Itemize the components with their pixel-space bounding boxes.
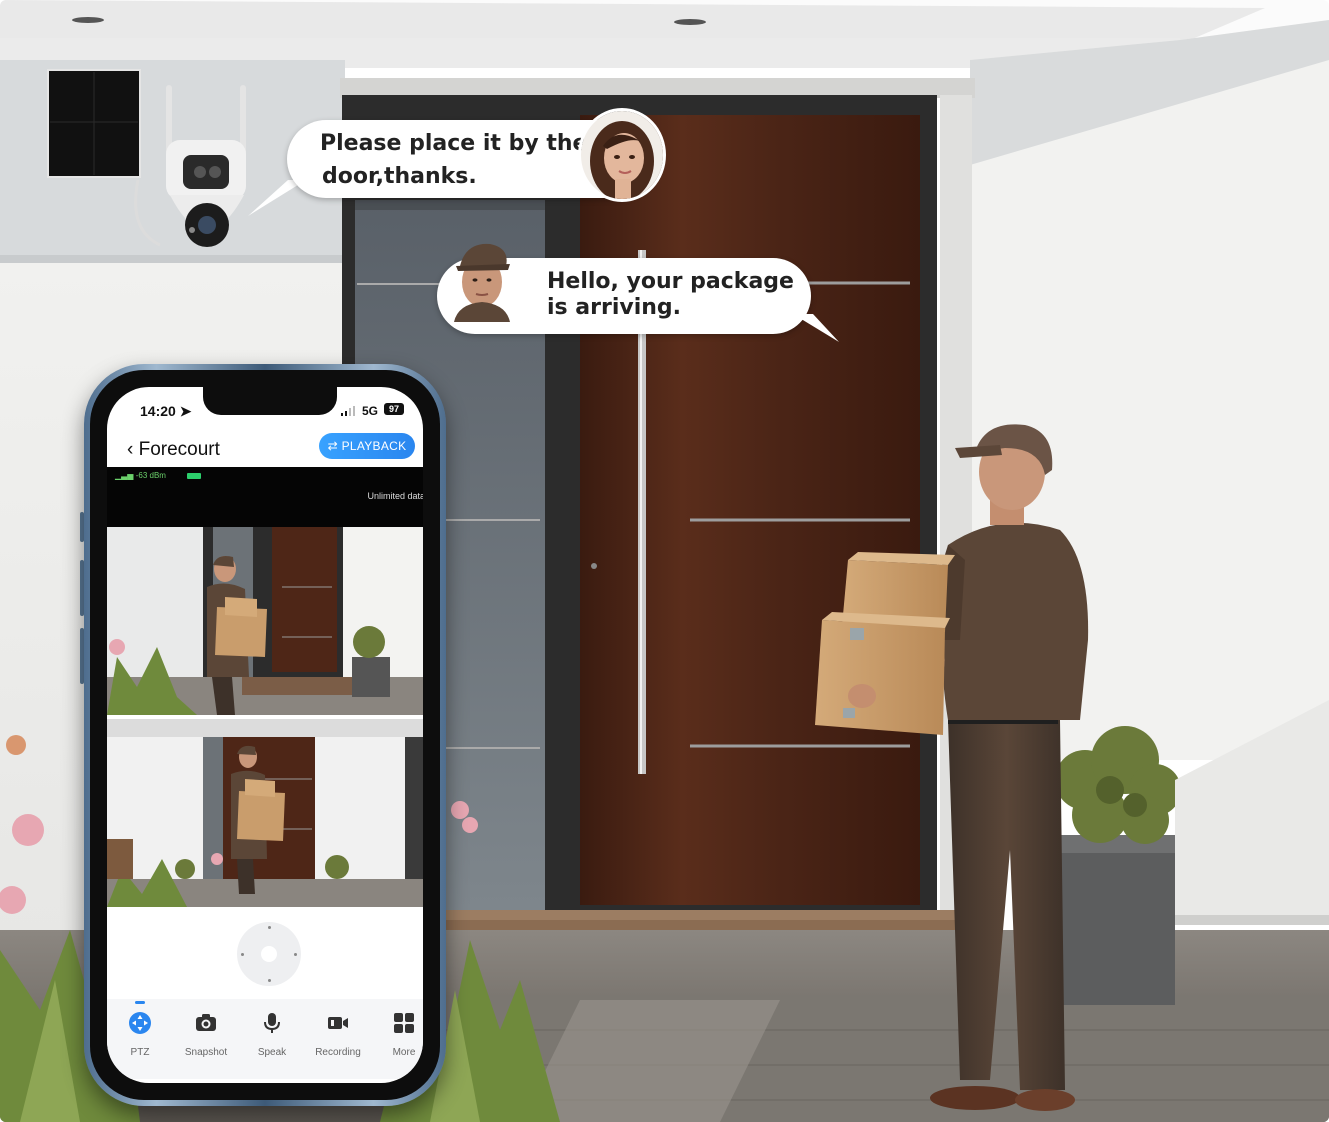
live-feed-zoom[interactable]	[107, 719, 423, 907]
camera-battery-icon	[187, 473, 201, 479]
courier-avatar	[448, 238, 516, 322]
tool-label: Snapshot	[184, 1047, 228, 1058]
grid-icon	[394, 1013, 414, 1033]
device-status-bar: ▁▃▅ -63 dBm Unlimited data	[107, 467, 423, 527]
tool-label: Recording	[315, 1047, 361, 1058]
playback-button[interactable]: ⇄ PLAYBACK	[319, 433, 415, 459]
status-time: 14:20 ➤	[140, 403, 192, 419]
tool-label: Speak	[257, 1047, 287, 1058]
cellular-signal-icon: ▁▃▅	[115, 471, 134, 480]
camera-icon	[196, 1014, 216, 1031]
tool-speak[interactable]: Speak	[239, 999, 305, 1079]
signal-strength: ▁▃▅ -63 dBm	[115, 471, 166, 480]
tool-label: More	[392, 1047, 416, 1058]
phone-bezel: 14:20 ➤ 5G 97 ‹ Forecourt ⇄ PLAYBACK ▁▃▅…	[90, 370, 440, 1100]
ptz-joystick[interactable]	[237, 922, 301, 986]
chevron-left-icon: ‹	[127, 439, 134, 460]
phone-notch	[203, 387, 337, 415]
resident-line-1: Please place it by the	[320, 131, 588, 156]
ptz-right-icon	[294, 953, 297, 956]
resident-avatar	[578, 108, 666, 202]
swap-icon: ⇄	[327, 439, 338, 453]
ptz-left-icon	[241, 953, 244, 956]
bubble-tail	[793, 314, 839, 342]
playback-label: PLAYBACK	[341, 439, 407, 453]
location-arrow-icon: ➤	[179, 403, 192, 419]
tool-label: PTZ	[130, 1047, 150, 1058]
active-indicator	[135, 1001, 145, 1004]
ptz-center-knob	[261, 946, 277, 962]
data-plan-label: Unlimited data	[367, 491, 423, 501]
ptz-icon	[129, 1012, 151, 1034]
ptz-down-icon	[268, 979, 271, 982]
tool-recording[interactable]: Recording	[305, 999, 371, 1079]
tool-more[interactable]: More	[371, 999, 423, 1079]
courier-line-2: is arriving.	[547, 295, 682, 320]
page-title: Forecourt	[138, 439, 220, 460]
resident-line-2: door,thanks.	[322, 164, 477, 189]
ptz-up-icon	[268, 926, 271, 929]
battery-indicator: 97	[384, 403, 404, 415]
product-scene: Please place it by the door,thanks. Hell…	[0, 0, 1329, 1122]
video-camera-icon	[328, 1017, 348, 1029]
bottom-toolbar: PTZ Snapshot Speak Recording More	[107, 999, 423, 1079]
back-button[interactable]: ‹ Forecourt	[127, 439, 220, 461]
tool-snapshot[interactable]: Snapshot	[173, 999, 239, 1079]
live-feed-wide[interactable]	[107, 527, 423, 715]
smartphone: 14:20 ➤ 5G 97 ‹ Forecourt ⇄ PLAYBACK ▁▃▅…	[84, 364, 446, 1106]
tool-ptz[interactable]: PTZ	[107, 999, 173, 1079]
network-type: 5G	[362, 404, 379, 418]
signal-bars-icon	[341, 406, 355, 416]
microphone-icon	[264, 1013, 280, 1033]
app-screen: 14:20 ➤ 5G 97 ‹ Forecourt ⇄ PLAYBACK ▁▃▅…	[107, 387, 423, 1083]
